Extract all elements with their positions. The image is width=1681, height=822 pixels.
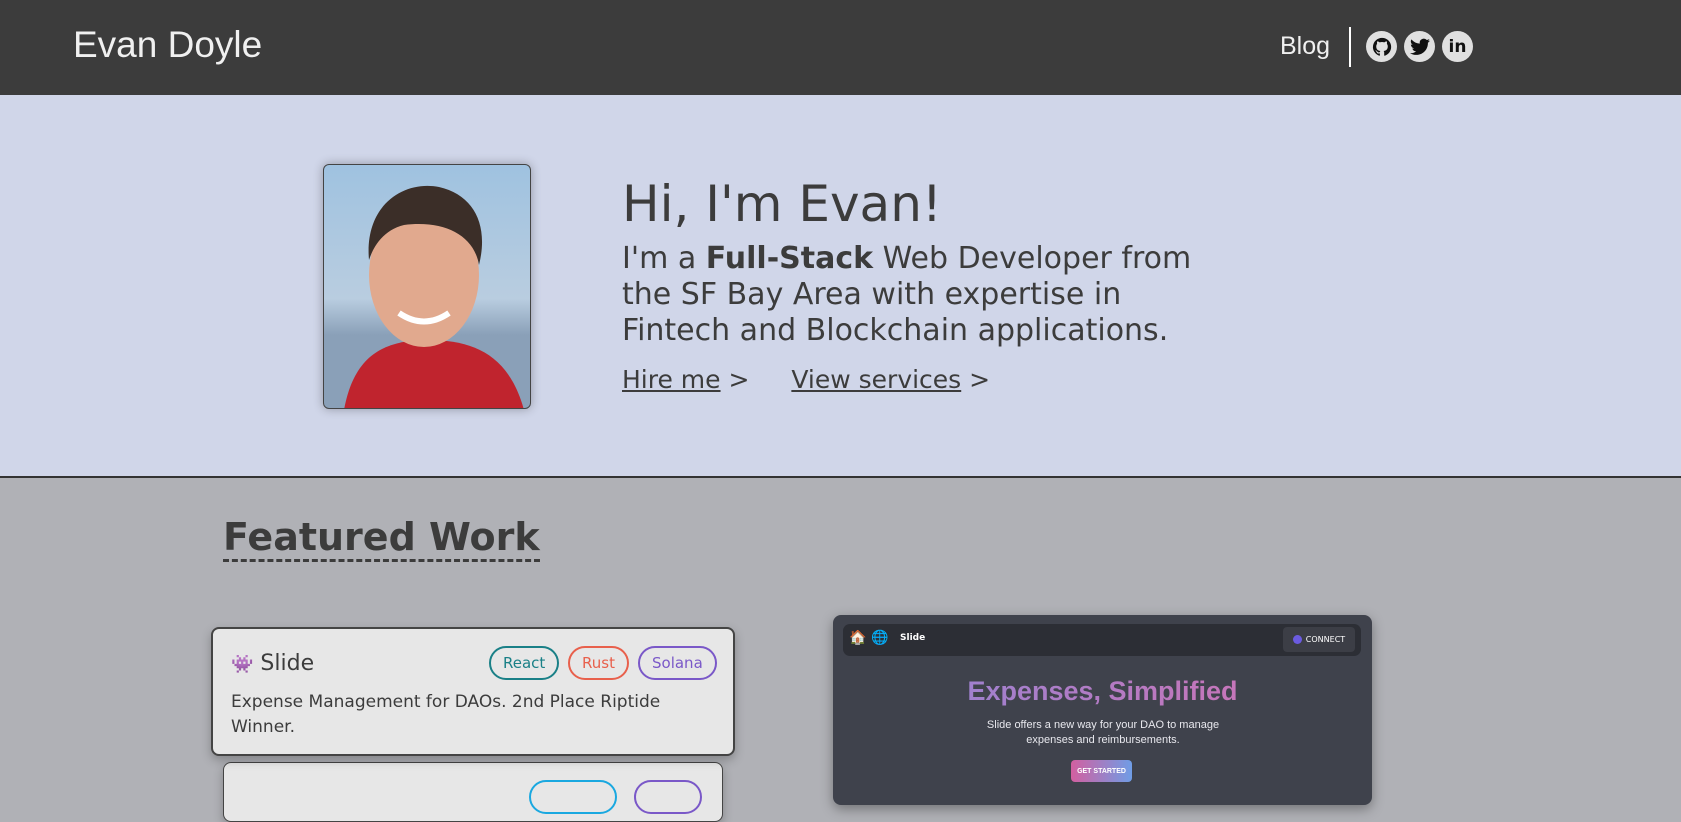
project-card[interactable] [223, 762, 723, 822]
alien-icon: 👾 [231, 654, 254, 675]
tag-rust: Rust [568, 646, 629, 680]
hero-links: Hire me > View services > [622, 365, 990, 394]
blog-link[interactable]: Blog [1280, 32, 1330, 61]
project-tag [529, 780, 617, 814]
hero-section: Hi, I'm Evan! I'm a Full-Stack Web Devel… [0, 95, 1681, 478]
intro-bold: Full-Stack [705, 241, 874, 276]
preview-connect-button: CONNECT [1283, 627, 1355, 652]
connect-label: CONNECT [1305, 635, 1346, 644]
site-header: Evan Doyle Blog in [0, 0, 1681, 95]
profile-photo [323, 164, 531, 409]
site-brand[interactable]: Evan Doyle [73, 24, 262, 66]
twitter-icon[interactable] [1404, 31, 1435, 62]
house-icon: 🏠 [849, 630, 867, 646]
hero-intro: I'm a Full-Stack Web Developer from the … [622, 241, 1222, 349]
preview-app-name: Slide [900, 633, 926, 643]
project-description: Expense Management for DAOs. 2nd Place R… [231, 692, 661, 737]
view-services-link[interactable]: View services [791, 365, 961, 394]
preview-headline: Expenses, Simplified [833, 676, 1372, 707]
preview-navbar: 🏠 🌐 Slide CONNECT [843, 624, 1361, 656]
ghost-icon [1292, 635, 1302, 644]
project-card-slide[interactable]: 👾 Slide React Rust Solana Expense Manage… [211, 627, 735, 756]
arrow: > [969, 365, 991, 394]
github-icon[interactable] [1366, 31, 1397, 62]
project-title: 👾 Slide [231, 651, 314, 676]
project-name: Slide [260, 651, 315, 676]
featured-work-heading: Featured Work [223, 515, 540, 562]
intro-pre: I'm a [622, 241, 706, 276]
tag-react: React [489, 646, 560, 680]
linkedin-icon[interactable]: in [1442, 31, 1473, 62]
tag-solana: Solana [638, 646, 717, 680]
arrow: > [728, 365, 750, 394]
preview-get-started: GET STARTED [1071, 760, 1132, 782]
nav-divider [1349, 27, 1351, 67]
project-tag [634, 780, 702, 814]
hire-me-link[interactable]: Hire me [622, 365, 721, 394]
globe-icon: 🌐 [871, 630, 889, 646]
preview-subtitle: Slide offers a new way for your DAO to m… [986, 719, 1220, 746]
hero-greeting: Hi, I'm Evan! [622, 175, 942, 233]
project-preview-screenshot[interactable]: 🏠 🌐 Slide CONNECT Expenses, Simplified S… [833, 615, 1372, 805]
